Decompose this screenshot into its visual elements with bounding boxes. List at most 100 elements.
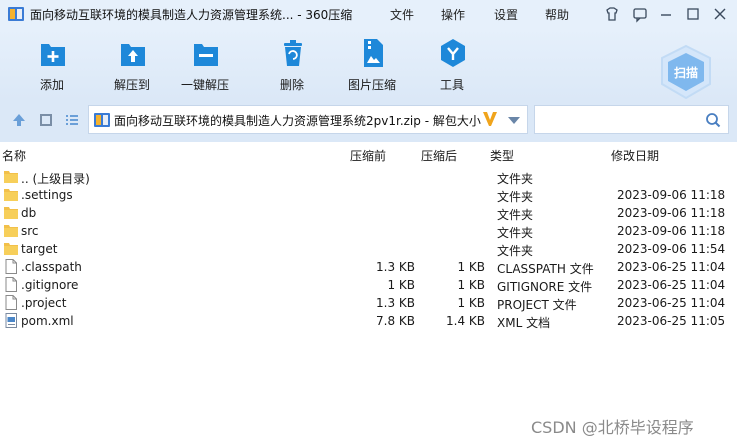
file-type: 文件夹 — [497, 244, 534, 258]
image-compress-label: 图片压缩 — [347, 78, 396, 92]
folder-icon — [4, 189, 18, 201]
size-before: 7.8 KB — [376, 314, 415, 328]
file-type: GITIGNORE 文件 — [497, 280, 593, 294]
folder-icon — [4, 207, 18, 219]
file-row[interactable]: pom.xml 7.8 KB 1.4 KB XML 文档 2023-06-25 11:0… — [0, 312, 737, 330]
xml-file-icon — [5, 313, 17, 328]
search-input[interactable] — [534, 105, 729, 134]
menu-operation[interactable]: 操作 — [441, 6, 465, 23]
file-row[interactable]: db 文件夹 2023-09-06 11:18 — [0, 204, 737, 222]
col-size-after[interactable]: 压缩后 — [421, 147, 457, 164]
modified-date: 2023-09-06 11:18 — [617, 188, 726, 202]
modified-date: 2023-06-25 11:04 — [617, 296, 726, 310]
size-after: 1 KB — [457, 278, 485, 292]
file-type: 文件夹 — [497, 172, 534, 186]
size-before: 1.3 KB — [376, 260, 415, 274]
file-icon — [5, 277, 17, 292]
file-name: src — [21, 224, 39, 238]
file-name: target — [21, 242, 58, 256]
chevron-down-icon[interactable] — [507, 115, 521, 125]
watermark: CSDN @北桥毕设程序 — [531, 418, 694, 437]
one-click-extract-icon — [194, 44, 218, 66]
folder-icon — [4, 171, 18, 183]
checkmark-icon — [483, 112, 497, 126]
file-name: .settings — [21, 188, 73, 202]
file-name: db — [21, 206, 37, 220]
file-type: XML 文档 — [497, 316, 551, 330]
file-row[interactable]: target 文件夹 2023-09-06 11:54 — [0, 240, 737, 258]
add-label: 添加 — [39, 78, 64, 92]
path-box[interactable]: 面向移动互联环境的模具制造人力资源管理系统2pv1r.zip - 解包大小 — [88, 105, 528, 134]
maximize-icon[interactable] — [683, 4, 703, 24]
file-name: .gitignore — [21, 278, 79, 292]
tools-button[interactable]: 工具 — [415, 38, 489, 94]
col-name[interactable]: 名称 — [2, 147, 26, 164]
app-icon — [8, 7, 24, 21]
toolbar: 添加 解压到 一键解压 删除 图片压缩 工具 扫描 — [0, 28, 737, 100]
list-view-icon[interactable] — [64, 112, 80, 128]
file-name: .classpath — [21, 260, 82, 274]
archive-icon — [94, 113, 110, 127]
tools-icon — [441, 39, 465, 67]
scan-label: 扫描 — [673, 66, 698, 80]
file-row[interactable]: .project 1.3 KB 1 KB PROJECT 文件 2023-06-25 1… — [0, 294, 737, 312]
image-compress-button[interactable]: 图片压缩 — [335, 38, 409, 94]
menu-help[interactable]: 帮助 — [545, 6, 569, 23]
folder-icon — [4, 243, 18, 255]
feedback-icon[interactable] — [630, 4, 650, 24]
add-archive-icon — [41, 44, 65, 66]
one-click-extract-button[interactable]: 一键解压 — [168, 38, 242, 94]
up-level-icon[interactable] — [11, 112, 27, 128]
minimize-icon[interactable] — [656, 4, 676, 24]
search-icon[interactable] — [705, 112, 721, 128]
file-icon — [5, 295, 17, 310]
col-size-before[interactable]: 压缩前 — [350, 147, 386, 164]
file-row[interactable]: .. (上级目录) 文件夹 — [0, 168, 737, 186]
file-row[interactable]: .settings 文件夹 2023-09-06 11:18 — [0, 186, 737, 204]
modified-date: 2023-06-25 11:04 — [617, 260, 726, 274]
archive-path: 面向移动互联环境的模具制造人力资源管理系统2pv1r.zip - 解包大小 — [114, 114, 481, 128]
thumbnail-view-icon[interactable] — [38, 112, 54, 128]
modified-date: 2023-09-06 11:18 — [617, 206, 726, 220]
delete-label: 删除 — [279, 78, 304, 92]
close-icon[interactable] — [710, 4, 730, 24]
folder-icon — [4, 225, 18, 237]
file-type: 文件夹 — [497, 208, 534, 222]
file-name: .project — [21, 296, 67, 310]
file-type: 文件夹 — [497, 190, 534, 204]
add-button[interactable]: 添加 — [15, 38, 89, 94]
archive-window: 面向移动互联环境的模具制造人力资源管理系统... - 360压缩 文件 操作 设… — [0, 0, 737, 444]
one-click-extract-label: 一键解压 — [180, 78, 229, 92]
col-type[interactable]: 类型 — [490, 147, 514, 164]
file-type: PROJECT 文件 — [497, 298, 577, 312]
file-list-header: 名称 压缩前 压缩后 类型 修改日期 — [0, 143, 737, 165]
window-title: 面向移动互联环境的模具制造人力资源管理系统... - 360压缩 — [30, 8, 353, 22]
image-compress-icon — [364, 39, 383, 67]
file-row[interactable]: src 文件夹 2023-09-06 11:18 — [0, 222, 737, 240]
skin-icon[interactable] — [602, 4, 622, 24]
extract-to-icon — [121, 44, 145, 66]
file-name: pom.xml — [21, 314, 74, 328]
address-bar-row: 面向移动互联环境的模具制造人力资源管理系统2pv1r.zip - 解包大小 — [0, 100, 737, 142]
modified-date: 2023-06-25 11:04 — [617, 278, 726, 292]
size-before: 1.3 KB — [376, 296, 415, 310]
tools-label: 工具 — [439, 78, 464, 92]
file-type: 文件夹 — [497, 226, 534, 240]
scan-button[interactable]: 扫描 — [658, 44, 714, 100]
delete-button[interactable]: 删除 — [255, 38, 329, 94]
menu-file[interactable]: 文件 — [390, 6, 414, 23]
size-after: 1.4 KB — [446, 314, 485, 328]
extract-to-button[interactable]: 解压到 — [95, 38, 169, 94]
modified-date: 2023-06-25 11:05 — [617, 314, 726, 328]
file-row[interactable]: .classpath 1.3 KB 1 KB CLASSPATH 文件 2023-06-… — [0, 258, 737, 276]
size-after: 1 KB — [457, 296, 485, 310]
file-icon — [5, 259, 17, 274]
delete-icon — [284, 40, 302, 66]
menu-settings[interactable]: 设置 — [494, 6, 518, 23]
extract-to-label: 解压到 — [113, 78, 150, 92]
file-type: CLASSPATH 文件 — [497, 262, 594, 276]
file-row[interactable]: .gitignore 1 KB 1 KB GITIGNORE 文件 2023-06-25… — [0, 276, 737, 294]
size-before: 1 KB — [387, 278, 415, 292]
col-modified[interactable]: 修改日期 — [611, 147, 659, 164]
modified-date: 2023-09-06 11:54 — [617, 242, 726, 256]
